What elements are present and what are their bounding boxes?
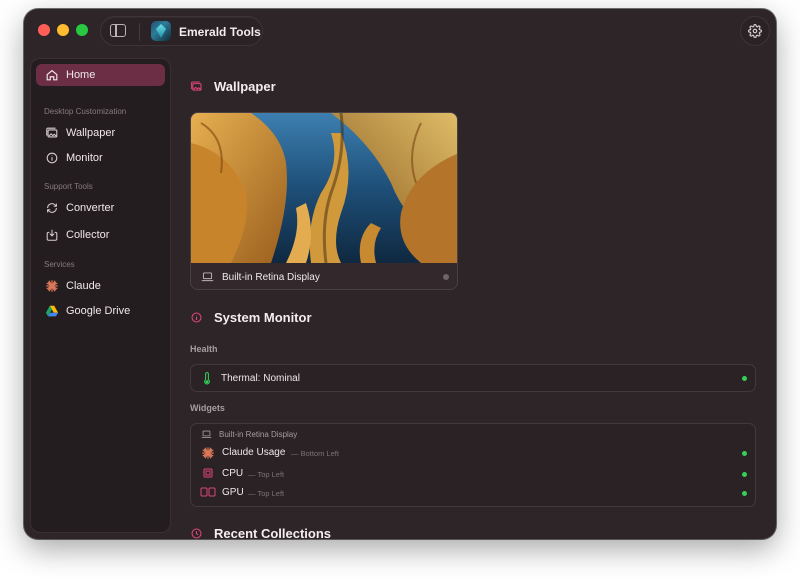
- sidebar-item-label: Converter: [66, 202, 115, 214]
- claude-logo-icon: [46, 280, 58, 292]
- claude-logo-icon: [202, 447, 214, 459]
- main-content: Wallpaper Built-in Retina Display System…: [190, 53, 776, 539]
- system-monitor-section-title: System Monitor: [214, 310, 312, 325]
- widget-status-dot: [742, 491, 747, 496]
- app-window: Emerald Tools Home Desktop Customization…: [24, 9, 776, 539]
- widgets-card: Built-in Retina Display Claude Usage — B…: [190, 423, 756, 507]
- thermal-status-card[interactable]: Thermal: Nominal: [190, 364, 756, 392]
- google-drive-icon: [45, 305, 59, 317]
- widget-name: Claude Usage: [222, 447, 286, 458]
- gpu-icon: [200, 487, 216, 497]
- widget-row-gpu[interactable]: GPU — Top Left: [191, 483, 755, 502]
- toolbar-divider: [139, 23, 140, 41]
- widgets-display-label: Built-in Retina Display: [219, 430, 298, 439]
- sidebar-toggle-icon[interactable]: [110, 24, 126, 37]
- widget-status-dot: [742, 472, 747, 477]
- widgets-heading: Widgets: [190, 403, 225, 413]
- widget-position: — Bottom Left: [291, 449, 339, 458]
- clock-icon: [191, 528, 202, 539]
- sidebar-item-label: Monitor: [66, 152, 103, 164]
- sidebar-item-label: Claude: [66, 280, 101, 292]
- section-heading-support-tools: Support Tools: [44, 182, 93, 191]
- widget-row-claude-usage[interactable]: Claude Usage — Bottom Left: [191, 444, 755, 463]
- thermometer-icon: [204, 372, 210, 385]
- sidebar-item-label: Google Drive: [66, 305, 131, 317]
- wallpaper-section-icon: [191, 81, 202, 91]
- sidebar-item-wallpaper[interactable]: Wallpaper: [36, 122, 165, 144]
- sidebar: Home Desktop Customization Wallpaper Mon…: [30, 58, 171, 533]
- refresh-icon: [47, 203, 57, 213]
- sidebar-item-google-drive[interactable]: Google Drive: [36, 300, 165, 322]
- wallpaper-icon: [46, 127, 58, 138]
- widget-position: — Top Left: [248, 489, 285, 498]
- app-title: Emerald Tools: [179, 25, 261, 39]
- cpu-icon: [203, 468, 213, 478]
- collector-icon: [46, 229, 58, 241]
- toolbar-title-group: Emerald Tools: [100, 16, 263, 46]
- wallpaper-preview-image: [191, 113, 457, 263]
- sidebar-item-converter[interactable]: Converter: [36, 197, 165, 219]
- app-icon: [151, 21, 171, 41]
- wallpaper-card-footer: Built-in Retina Display: [191, 263, 457, 289]
- laptop-icon: [201, 272, 214, 282]
- close-window-button[interactable]: [38, 24, 50, 36]
- recent-collections-section-title: Recent Collections: [214, 526, 332, 539]
- thermal-status-label: Thermal: Nominal: [221, 373, 300, 384]
- widget-name: CPU: [222, 468, 244, 479]
- widget-name: GPU: [222, 487, 244, 498]
- section-heading-desktop-customization: Desktop Customization: [44, 107, 127, 116]
- widget-position: — Top Left: [248, 470, 285, 479]
- wallpaper-display-card[interactable]: Built-in Retina Display: [190, 112, 458, 290]
- gear-icon: [748, 24, 762, 38]
- health-heading: Health: [190, 344, 218, 354]
- info-circle-icon: [191, 312, 202, 323]
- minimize-window-button[interactable]: [57, 24, 69, 36]
- sidebar-item-collector[interactable]: Collector: [36, 224, 165, 246]
- title-bar: Emerald Tools: [24, 9, 776, 53]
- sidebar-item-label: Collector: [66, 229, 110, 241]
- sidebar-item-label: Wallpaper: [66, 127, 116, 139]
- section-heading-services: Services: [44, 260, 75, 269]
- thermal-status-dot: [742, 376, 747, 381]
- display-status-dot: [443, 274, 449, 280]
- settings-button[interactable]: [740, 16, 770, 46]
- sidebar-item-home[interactable]: Home: [36, 64, 165, 86]
- laptop-icon: [201, 430, 212, 439]
- sidebar-item-monitor[interactable]: Monitor: [36, 147, 165, 169]
- sidebar-item-label: Home: [66, 69, 96, 81]
- info-circle-icon: [46, 152, 58, 164]
- house-icon: [46, 69, 58, 81]
- widget-status-dot: [742, 451, 747, 456]
- zoom-window-button[interactable]: [76, 24, 88, 36]
- wallpaper-section-title: Wallpaper: [214, 79, 276, 94]
- widget-row-cpu[interactable]: CPU — Top Left: [191, 464, 755, 483]
- display-name-label: Built-in Retina Display: [222, 272, 320, 283]
- sidebar-item-claude[interactable]: Claude: [36, 275, 165, 297]
